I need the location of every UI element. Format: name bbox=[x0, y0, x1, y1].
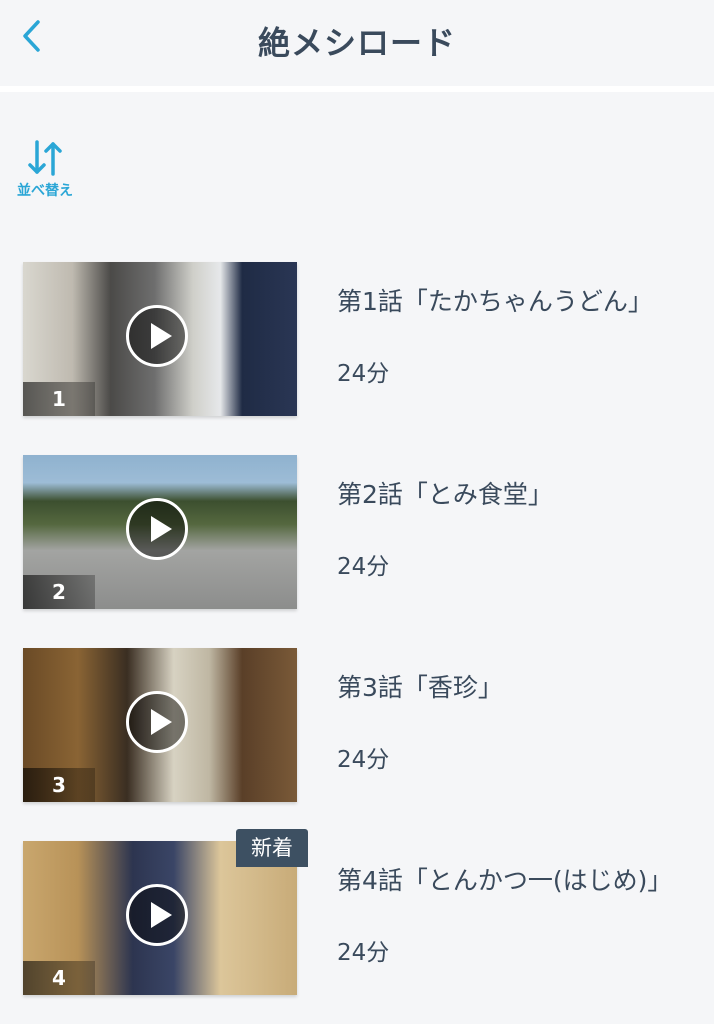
episode-duration: 24分 bbox=[337, 361, 390, 387]
episode-title[interactable]: 第2話「とみ食堂」 bbox=[337, 475, 553, 511]
episode-thumbnail[interactable]: 2 bbox=[23, 455, 297, 609]
episode-duration: 24分 bbox=[337, 940, 390, 966]
episode-number: 2 bbox=[23, 575, 95, 609]
episode-duration: 24分 bbox=[337, 747, 390, 773]
episode-item-4[interactable]: 4 新着 第4話「とんかつ一(はじめ)」 24分 bbox=[0, 829, 714, 1001]
play-icon[interactable] bbox=[126, 305, 188, 367]
sort-button[interactable]: 並べ替え bbox=[10, 138, 80, 204]
sort-label: 並べ替え bbox=[17, 183, 73, 199]
episode-number: 3 bbox=[23, 768, 95, 802]
episode-thumbnail[interactable]: 1 bbox=[23, 262, 297, 416]
play-icon[interactable] bbox=[126, 884, 188, 946]
episode-number: 4 bbox=[23, 961, 95, 995]
episode-item-2[interactable]: 2 第2話「とみ食堂」 24分 bbox=[0, 455, 714, 615]
page-title: 絶メシロード bbox=[257, 24, 456, 62]
episode-number: 1 bbox=[23, 382, 95, 416]
episode-title[interactable]: 第4話「とんかつ一(はじめ)」 bbox=[337, 861, 672, 897]
play-icon[interactable] bbox=[126, 691, 188, 753]
episode-title[interactable]: 第1話「たかちゃんうどん」 bbox=[337, 282, 653, 318]
new-badge: 新着 bbox=[236, 829, 308, 867]
episode-duration: 24分 bbox=[337, 554, 390, 580]
episode-item-3[interactable]: 3 第3話「香珍」 24分 bbox=[0, 648, 714, 808]
episode-thumbnail[interactable]: 3 bbox=[23, 648, 297, 802]
episode-item-1[interactable]: 1 第1話「たかちゃんうどん」 24分 bbox=[0, 262, 714, 422]
sort-arrows-icon bbox=[28, 140, 62, 176]
top-bar: 絶メシロード bbox=[0, 0, 714, 86]
header-divider bbox=[0, 86, 714, 92]
play-icon[interactable] bbox=[126, 498, 188, 560]
episode-title[interactable]: 第3話「香珍」 bbox=[337, 668, 503, 704]
